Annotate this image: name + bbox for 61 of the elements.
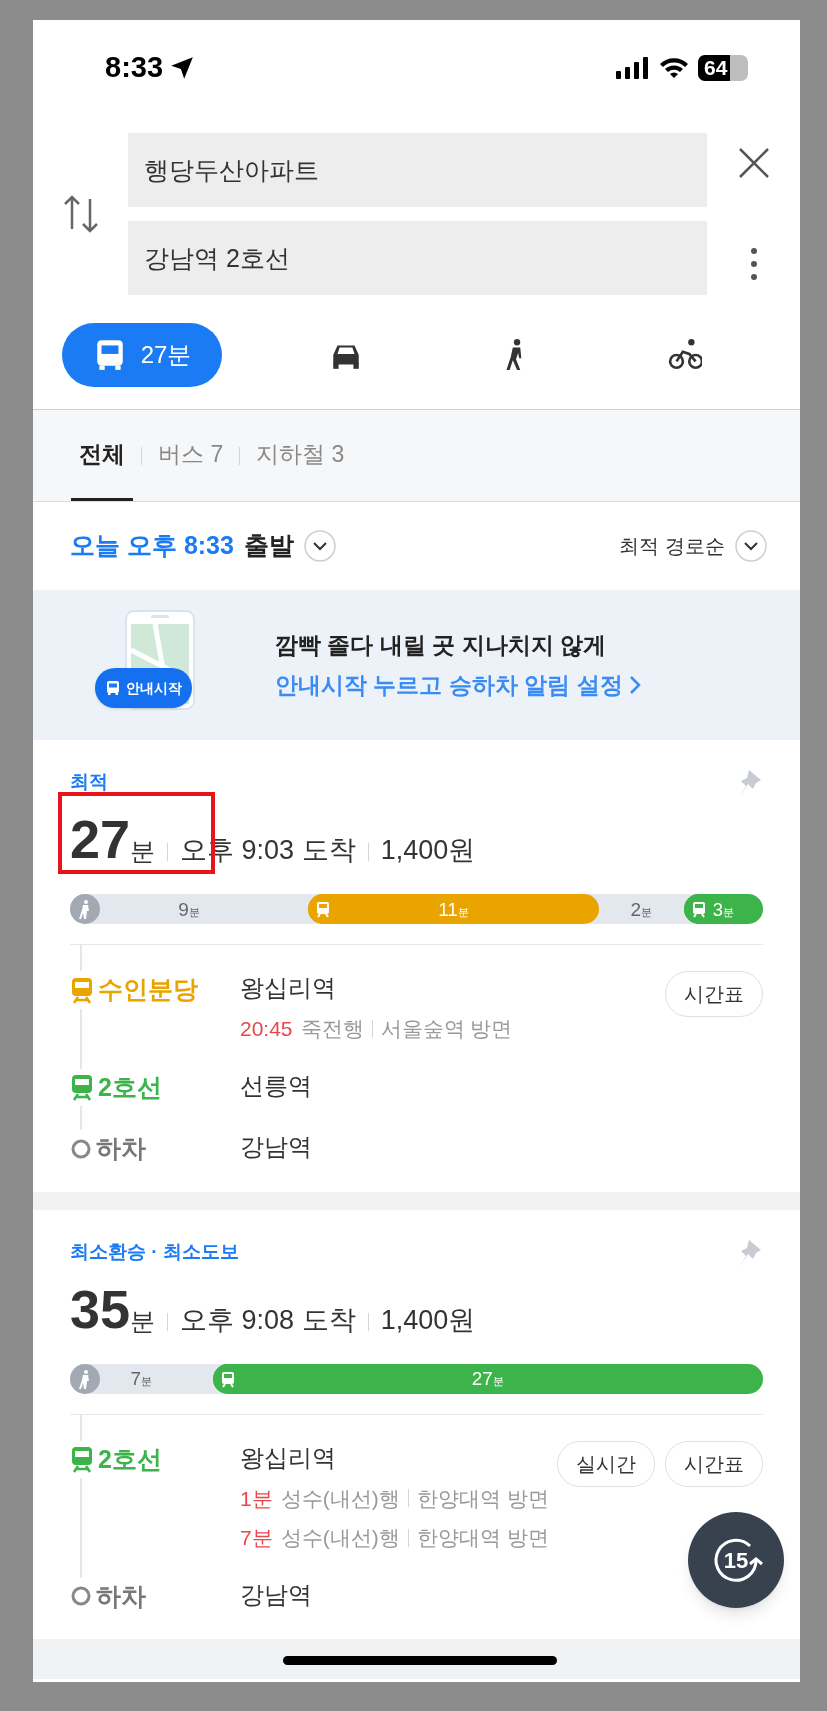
direction: 한양대역 방면 [416,1485,549,1512]
alight-label: 하차 [96,1133,146,1164]
segment-duration: 27분 [471,1369,504,1388]
walking-person-icon [70,1363,100,1394]
schedule-button[interactable]: 시간표 [665,1440,763,1487]
chevron-down-icon[interactable] [303,530,336,562]
route-duration: 35 [70,1281,131,1336]
departure-label: 출발 [243,530,294,562]
line-name: 수인분당 [98,974,198,1005]
fare: 1,400원 [380,837,476,866]
route-duration: 27 [70,812,131,866]
banner-title: 깜빡 졸다 내릴 곳 지나치지 않게 [275,630,607,660]
direction: 서울숲역 방면 [380,1016,513,1042]
travel-mode-tab[interactable]: 27분 [62,323,222,387]
route-label: 최소환승 · 최소도보 [70,1239,239,1264]
more-icon[interactable] [749,247,758,281]
arrival-time: 20:45 [240,1016,293,1042]
destination-field[interactable]: 강남역 2호선 [128,221,707,295]
location-arrow-icon [169,54,196,81]
close-icon[interactable] [737,147,770,179]
filter-tab[interactable]: 전체 [71,410,133,501]
segment-duration: 2분 [630,899,653,919]
promo-banner[interactable]: 안내시작 깜빡 졸다 내릴 곳 지나치지 않게 안내시작 누르고 승하차 알림 설정 [33,590,800,740]
departure-time[interactable]: 오늘 오후 8:33 [70,527,234,565]
schedule-button[interactable]: 시간표 [665,971,763,1017]
start-guide-badge: 안내시작 [95,668,192,708]
station-name: 선릉역 [240,1070,312,1101]
alight-label: 하차 [96,1580,146,1612]
cyclist-icon [668,338,702,372]
chevron-right-icon [628,675,641,696]
arrival-time: 오후 9:08 도착 [180,1306,356,1336]
segment-duration: 11분 [438,899,469,919]
status-time: 8:33 [105,49,164,85]
direction: 한양대역 방면 [416,1525,549,1551]
arrival-time: 7분 [240,1525,273,1551]
signal-icon [616,56,650,79]
destination: 성수(내선)행 [280,1525,400,1551]
wifi-icon [658,55,690,80]
segment-duration: 9분 [178,899,200,919]
station-name: 강남역 [240,1579,312,1610]
station-name: 강남역 [240,1132,312,1162]
station-name: 왕십리역 [240,973,336,1003]
arrival-time: 1분 [240,1485,273,1512]
origin-field[interactable]: 행당두산아파트 [128,133,707,207]
walking-person-icon [70,894,100,924]
sort-label[interactable]: 최적 경로순 [619,531,725,561]
station-name: 왕십리역 [240,1442,336,1473]
destination: 성수(내선)행 [280,1485,400,1512]
line-name: 2호선 [98,1071,162,1103]
fare: 1,400원 [380,1306,476,1336]
segment-duration: 7분 [130,1369,153,1388]
line-name: 2호선 [98,1443,162,1475]
bus-icon [105,680,121,696]
chevron-down-icon[interactable] [735,530,767,562]
route-label: 최적 [70,770,108,794]
destination: 죽전행 [300,1016,364,1042]
duration-unit: 분 [130,1308,156,1336]
battery-level: 64 [703,57,728,78]
segment-duration: 3분 [712,899,735,919]
schedule-button[interactable]: 실시간 [557,1440,655,1487]
duration-unit: 분 [130,839,156,866]
